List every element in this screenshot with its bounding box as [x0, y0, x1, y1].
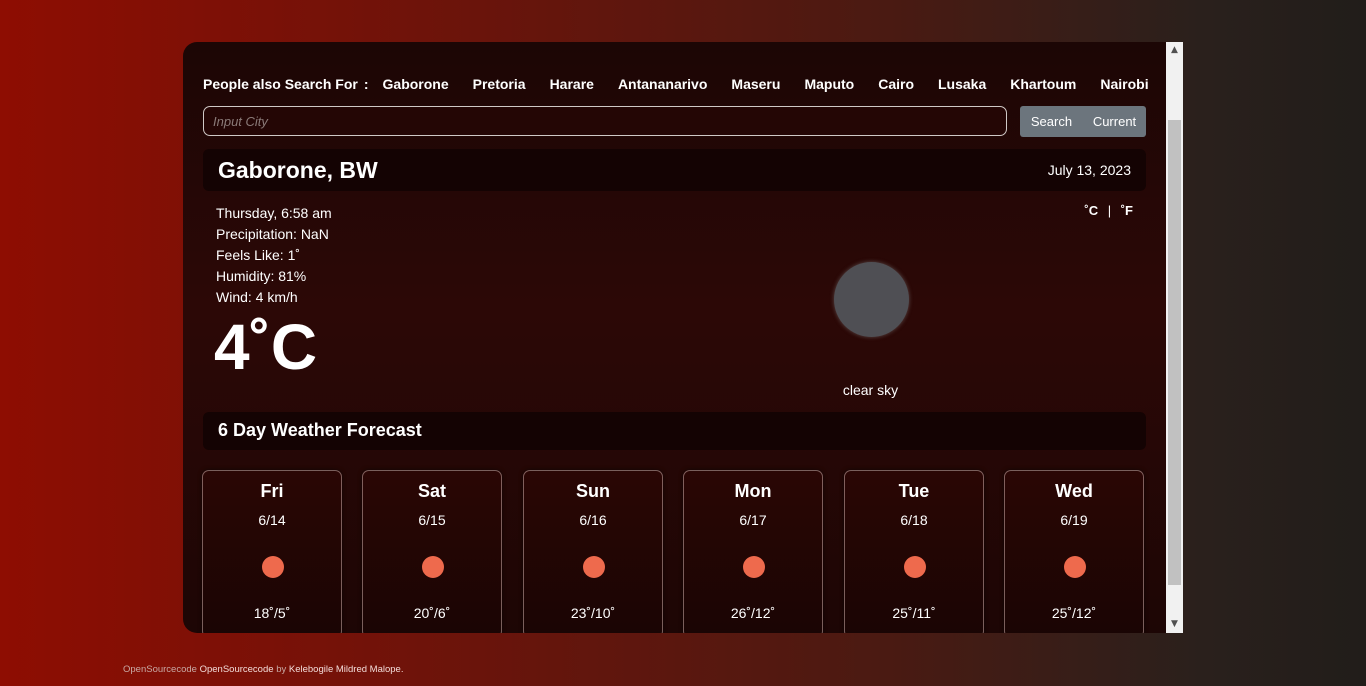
forecast-temps: 23˚/10˚ [570, 605, 616, 621]
forecast-date: 6/18 [900, 512, 928, 528]
humidity: Humidity: 81% [216, 268, 307, 284]
forecast-temps: 20˚/6˚ [413, 605, 451, 621]
weather-icon [834, 262, 909, 337]
sun-icon [1064, 556, 1086, 578]
search-button[interactable]: Search [1020, 106, 1083, 137]
forecast-day: Wed [1055, 481, 1093, 501]
city-link-khartoum[interactable]: Khartoum [1010, 76, 1076, 92]
sun-icon [743, 556, 765, 578]
forecast-temps: 26˚/12˚ [730, 605, 776, 621]
city-link-cairo[interactable]: Cairo [878, 76, 914, 92]
city-link-gaborone[interactable]: Gaborone [383, 76, 449, 92]
day-time: Thursday, 6:58 am [216, 205, 332, 221]
forecast-temps: 25˚/12˚ [1051, 605, 1097, 621]
forecast-card: Sun 6/16 23˚/10˚ [523, 470, 663, 633]
forecast-date: 6/15 [418, 512, 446, 528]
footer-prefix: OpenSourcecode [123, 664, 197, 675]
weather-panel: People also Search For : Gaborone Pretor… [183, 42, 1166, 633]
forecast-day: Sat [417, 481, 446, 501]
forecast-card: Fri 6/14 18˚/5˚ [202, 470, 342, 633]
forecast-date: 6/17 [739, 512, 767, 528]
city-header: Gaborone, BW July 13, 2023 [203, 149, 1146, 191]
feels-like: Feels Like: 1˚ [216, 247, 301, 263]
forecast-temps: 18˚/5˚ [253, 605, 291, 621]
sun-icon [262, 556, 284, 578]
city-link-antananarivo[interactable]: Antananarivo [618, 76, 707, 92]
forecast-day: Sun [576, 481, 610, 501]
forecast-day: Tue [898, 481, 930, 501]
forecast-temps: 25˚/11˚ [892, 605, 936, 621]
suggest-label: People also Search For [203, 76, 358, 92]
scroll-up-arrow-icon[interactable]: ▲ [1166, 42, 1183, 59]
forecast-card: Wed 6/19 25˚/12˚ [1004, 470, 1144, 633]
sun-icon [583, 556, 605, 578]
suggested-cities: People also Search For : Gaborone Pretor… [203, 75, 1166, 93]
city-link-harare[interactable]: Harare [550, 76, 594, 92]
forecast-card: Mon 6/17 26˚/12˚ [683, 470, 823, 633]
forecast-date: 6/16 [579, 512, 607, 528]
city-link-pretoria[interactable]: Pretoria [473, 76, 526, 92]
footer: OpenSourcecode OpenSourcecode by Kelebog… [123, 664, 403, 675]
sun-icon [422, 556, 444, 578]
current-date: July 13, 2023 [1047, 162, 1131, 178]
wind: Wind: 4 km/h [216, 289, 298, 305]
scroll-down-arrow-icon[interactable]: ▼ [1166, 616, 1183, 633]
forecast-title: 6 Day Weather Forecast [218, 420, 422, 440]
city-link-maseru[interactable]: Maseru [731, 76, 780, 92]
forecast-header: 6 Day Weather Forecast [203, 412, 1146, 450]
weather-description: clear sky [842, 382, 899, 398]
current-location-button[interactable]: Current [1083, 106, 1146, 137]
city-search-input[interactable] [203, 106, 1007, 136]
unit-toggle: ˚C | ˚F [1084, 203, 1133, 218]
forecast-day: Fri [260, 481, 284, 501]
city-name: Gaborone, BW [218, 157, 378, 183]
forecast-card: Sat 6/15 20˚/6˚ [362, 470, 502, 633]
unit-separator: | [1107, 203, 1112, 218]
forecast-date: 6/19 [1060, 512, 1088, 528]
footer-author: Kelebogile Mildred Malope. [288, 664, 404, 675]
forecast-card: Tue 6/18 25˚/11˚ [844, 470, 984, 633]
forecast-date: 6/14 [258, 512, 286, 528]
vertical-scrollbar[interactable]: ▲ ▼ [1166, 42, 1183, 633]
footer-by: by [276, 664, 287, 675]
weather-details: Thursday, 6:58 am Precipitation: NaN Fee… [216, 203, 332, 308]
city-link-nairobi[interactable]: Nairobi [1100, 76, 1148, 92]
scrollbar-thumb[interactable] [1168, 120, 1181, 585]
celsius-toggle[interactable]: ˚C [1084, 203, 1098, 218]
city-link-maputo[interactable]: Maputo [804, 76, 854, 92]
fahrenheit-toggle[interactable]: ˚F [1121, 203, 1133, 218]
forecast-day: Mon [734, 481, 772, 501]
city-link-lusaka[interactable]: Lusaka [938, 76, 986, 92]
precipitation: Precipitation: NaN [216, 226, 329, 242]
sun-icon [904, 556, 926, 578]
suggest-separator: : [363, 76, 369, 92]
current-temperature: 4˚C [214, 311, 318, 383]
footer-link[interactable]: OpenSourcecode [200, 664, 274, 675]
